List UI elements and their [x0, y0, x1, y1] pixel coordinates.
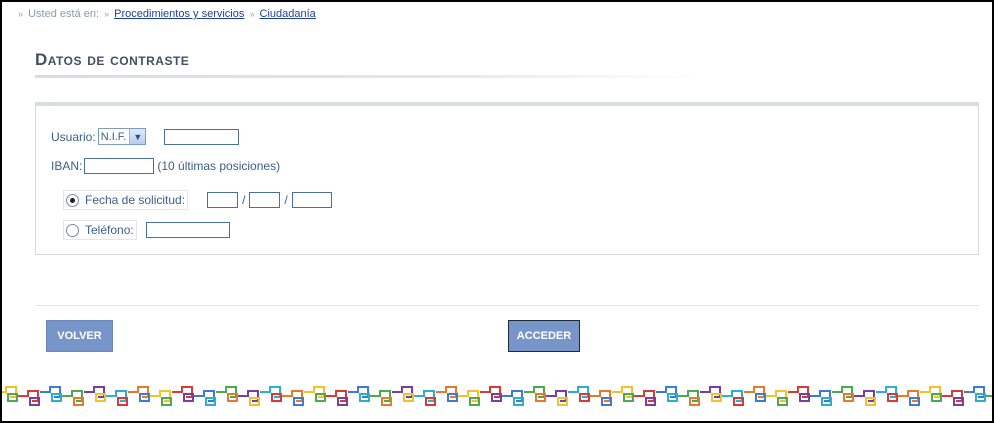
user-label: Usuario:: [51, 129, 96, 144]
chain-link: [348, 386, 369, 398]
chain-link: [436, 386, 457, 398]
chain-link: [326, 390, 347, 402]
date-month-input[interactable]: [249, 192, 281, 208]
chain-link: [304, 386, 325, 398]
radio-selected-dot: [70, 197, 75, 203]
user-row: Usuario: N.I.F. ▼: [51, 128, 240, 145]
date-separator: /: [284, 193, 288, 207]
chain-link: [40, 386, 61, 398]
id-type-value: N.I.F.: [100, 130, 127, 143]
contrast-form: Usuario: N.I.F. ▼ IBAN: (10 últimas posi…: [35, 102, 979, 255]
chain-link: [238, 390, 259, 402]
chain-link: [128, 386, 149, 398]
chain-link: [788, 386, 809, 398]
breadcrumb-link-procedimientos[interactable]: Procedimientos y servicios: [114, 8, 244, 20]
iban-hint: (10 últimas posiciones): [157, 159, 281, 173]
title-section: Datos de contraste: [35, 50, 700, 78]
phone-label: Teléfono:: [85, 223, 134, 237]
chain-link: [744, 386, 765, 398]
date-year-input[interactable]: [291, 192, 332, 208]
phone-radio[interactable]: [66, 223, 79, 237]
title-underline: [35, 75, 700, 78]
chain-link: [920, 386, 941, 398]
phone-radio-frame[interactable]: Teléfono:: [63, 220, 137, 240]
iban-input[interactable]: [84, 158, 155, 174]
date-radio-frame[interactable]: Fecha de solicitud:: [63, 190, 189, 210]
chain-link: [568, 386, 589, 398]
chain-link: [964, 386, 985, 398]
chain-link: [700, 386, 721, 398]
breadcrumb-separator: »: [249, 9, 255, 19]
chain-link: [832, 386, 853, 398]
chain-link: [414, 390, 435, 402]
chain-link: [612, 386, 633, 398]
breadcrumb: » Usted está en: » Procedimientos y serv…: [16, 8, 316, 20]
chain-link: [766, 390, 787, 402]
date-label: Fecha de solicitud:: [85, 193, 186, 207]
chevron-down-icon[interactable]: ▼: [129, 129, 146, 144]
chain-link: [524, 386, 545, 398]
back-button[interactable]: VOLVER: [46, 320, 113, 352]
page-title: Datos de contraste: [35, 50, 190, 69]
chain-link: [942, 390, 963, 402]
user-id-input[interactable]: [164, 128, 240, 145]
chain-link: [986, 395, 992, 397]
chain-link: [810, 390, 831, 402]
date-separator: /: [242, 193, 246, 207]
date-radio[interactable]: [66, 193, 79, 207]
breadcrumb-separator: »: [104, 9, 110, 19]
chain-link: [546, 390, 567, 402]
divider: [35, 305, 979, 306]
chain-link: [854, 390, 875, 402]
chain-link: [656, 386, 677, 398]
breadcrumb-separator: »: [18, 9, 24, 19]
chain-link: [502, 390, 523, 402]
access-button[interactable]: ACCEDER: [508, 320, 580, 352]
chain-link: [458, 390, 479, 402]
iban-row: IBAN: (10 últimas posiciones): [51, 158, 280, 174]
chain-link: [194, 390, 215, 402]
chain-link: [216, 386, 237, 398]
chain-link: [876, 386, 897, 398]
chain-link: [898, 390, 919, 402]
chain-link: [18, 390, 39, 402]
chain-link: [590, 390, 611, 402]
page-frame: » Usted está en: » Procedimientos y serv…: [0, 0, 994, 423]
chain-link: [722, 390, 743, 402]
chain-link: [282, 390, 303, 402]
breadcrumb-link-ciudadania[interactable]: Ciudadanía: [260, 8, 316, 20]
chain-link: [392, 386, 413, 398]
chain-link: [150, 390, 171, 402]
breadcrumb-prefix: Usted está en:: [28, 8, 100, 20]
chain-link: [634, 390, 655, 402]
id-type-select[interactable]: N.I.F. ▼: [97, 128, 147, 145]
chain-link: [260, 386, 281, 398]
chain-link: [370, 390, 391, 402]
chain-link: [62, 390, 83, 402]
phone-row: Teléfono:: [63, 220, 230, 240]
chain-link: [106, 390, 127, 402]
chain-link: [172, 386, 193, 398]
iban-label: IBAN:: [51, 159, 83, 173]
decorative-chain-border: [2, 386, 992, 406]
chain-link: [678, 390, 699, 402]
date-row: Fecha de solicitud: / /: [63, 190, 332, 210]
date-day-input[interactable]: [207, 192, 239, 208]
phone-input[interactable]: [145, 222, 230, 238]
chain-link: [84, 386, 105, 398]
chain-link: [480, 386, 501, 398]
